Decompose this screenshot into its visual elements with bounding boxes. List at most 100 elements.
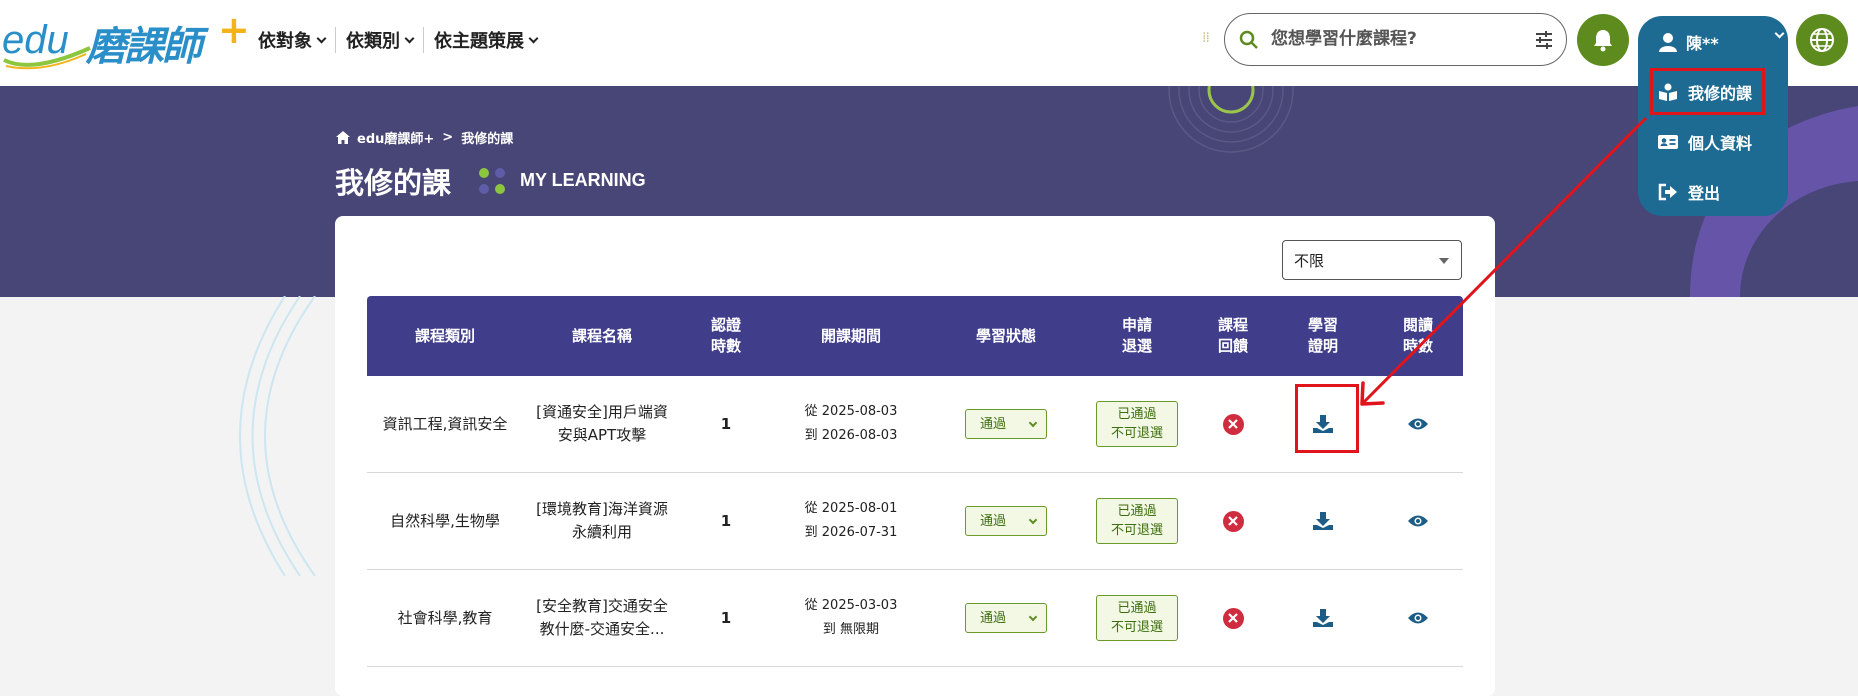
x-circle-icon[interactable] (1222, 607, 1244, 629)
th-line: 退選 (1121, 337, 1152, 355)
chevron-down-icon (1028, 418, 1038, 427)
cell-status: 通過 (931, 376, 1081, 472)
search-icon[interactable] (1239, 30, 1259, 50)
breadcrumb-home[interactable]: edu磨課師+ (357, 128, 434, 147)
cell-category: 社會科學,教育 (397, 608, 493, 627)
download-icon[interactable] (1312, 511, 1334, 531)
th-label: 學習狀態 (975, 326, 1036, 345)
withdraw-line: 不可退選 (1110, 620, 1163, 635)
withdraw-line: 不可退選 (1110, 426, 1163, 441)
decorative-dots-icon: ⁞⁞ (1202, 30, 1210, 46)
search-input[interactable] (1271, 25, 1521, 53)
period-to: 到 無限期 (822, 622, 880, 637)
withdraw-line: 不可退選 (1110, 523, 1163, 538)
cell-feedback (1193, 570, 1273, 666)
cell-certificate (1273, 570, 1373, 666)
user-menu: 陳** 我修的課 個人資料 登出 (1638, 16, 1788, 216)
th-line: 回饋 (1217, 337, 1248, 355)
status-select[interactable]: 通過 (965, 409, 1047, 439)
course-name-line: 永續利用 (571, 523, 632, 541)
nav-by-audience[interactable]: 依對象 (258, 27, 336, 53)
annotation-highlight-download (1295, 384, 1359, 453)
filter-sliders-icon[interactable] (1534, 30, 1554, 50)
cell-category: 資訊工程,資訊安全 (382, 414, 508, 433)
home-icon[interactable] (335, 130, 351, 145)
th-withdraw: 申請 退選 (1081, 296, 1193, 376)
menu-item-logout[interactable]: 登出 (1658, 180, 1720, 204)
th-line: 閱讀 (1402, 316, 1433, 334)
chevron-down-icon (1774, 28, 1785, 39)
th-line: 證明 (1307, 337, 1338, 355)
period-from: 從 2025-08-03 (804, 404, 898, 419)
menu-label: 個人資料 (1688, 134, 1753, 153)
th-line: 時數 (1402, 337, 1433, 355)
download-icon[interactable] (1312, 608, 1334, 628)
cell-withdraw: 已通過 不可退選 (1081, 376, 1193, 472)
caret-down-icon (1439, 258, 1449, 264)
th-line: 課程 (1217, 316, 1248, 334)
bell-icon (1594, 30, 1612, 52)
breadcrumb: edu磨課師+ > 我修的課 (335, 128, 513, 147)
annotation-highlight-menu (1650, 68, 1765, 115)
table-row: 社會科學,教育 [安全教育]交通安全 教什麼-交通安全... 1 從 2025-0… (367, 570, 1463, 667)
x-circle-icon[interactable] (1222, 413, 1244, 435)
withdraw-badge: 已通過 不可退選 (1096, 401, 1178, 447)
menu-item-profile[interactable]: 個人資料 (1658, 130, 1752, 154)
nav-label: 依對象 (258, 31, 312, 52)
site-logo[interactable]: edu 磨課師 + (2, 8, 250, 70)
cell-feedback (1193, 376, 1273, 472)
withdraw-badge: 已通過 不可退選 (1096, 595, 1178, 641)
user-menu-toggle[interactable]: 陳** (1658, 28, 1785, 54)
th-label: 閱讀 時數 (1403, 315, 1433, 357)
table-row: 自然科學,生物學 [環境教育]海洋資源 永續利用 1 從 2025-08-01 到 … (367, 473, 1463, 570)
nav-by-theme[interactable]: 依主題策展 (424, 27, 547, 53)
course-name-line: 教什麼-交通安全... (539, 620, 665, 638)
breadcrumb-separator: > (442, 130, 454, 145)
eye-icon[interactable] (1407, 514, 1429, 528)
logo-plus-text: + (218, 8, 250, 52)
search-bar (1224, 13, 1567, 66)
chevron-down-icon (316, 33, 327, 43)
cell-certificate (1273, 473, 1373, 569)
language-button[interactable] (1796, 14, 1848, 66)
status-filter-select[interactable]: 不限 (1282, 240, 1462, 280)
table-header: 課程類別 課程名稱 認證 時數 開課期間 學習狀態 申請 退選 課程 回饋 學習 證明 … (367, 296, 1463, 376)
th-line: 認證 (710, 316, 741, 334)
th-label: 認證 時數 (711, 315, 741, 357)
withdraw-badge: 已通過 不可退選 (1096, 498, 1178, 544)
cell-period: 從 2025-08-01 到 2026-07-31 (771, 473, 931, 569)
period-from: 從 2025-03-03 (804, 598, 898, 613)
cell-hours: 1 (720, 511, 732, 530)
cell-withdraw: 已通過 不可退選 (1081, 570, 1193, 666)
status-select[interactable]: 通過 (965, 603, 1047, 633)
th-line: 學習 (1307, 316, 1338, 334)
course-card: 不限 課程類別 課程名稱 認證 時數 開課期間 學習狀態 申請 退選 課程 回饋 學習… (239, 216, 1495, 696)
x-circle-icon[interactable] (1222, 510, 1244, 532)
course-name-line: [資通安全]用戶端資 (536, 403, 668, 421)
sign-out-icon (1658, 183, 1677, 201)
courses-table: 課程類別 課程名稱 認證 時數 開課期間 學習狀態 申請 退選 課程 回饋 學習 證明 … (367, 296, 1463, 667)
withdraw-line: 已通過 (1117, 407, 1157, 422)
chevron-down-icon (1028, 612, 1038, 621)
cell-course-name[interactable]: [安全教育]交通安全 教什麼-交通安全... (523, 570, 681, 666)
chevron-down-icon (528, 33, 539, 43)
eye-icon[interactable] (1407, 611, 1429, 625)
notification-button[interactable] (1577, 14, 1629, 66)
nav-by-category[interactable]: 依類別 (336, 27, 424, 53)
withdraw-line: 已通過 (1117, 504, 1157, 519)
th-feedback: 課程 回饋 (1193, 296, 1273, 376)
status-select[interactable]: 通過 (965, 506, 1047, 536)
course-name-line: [安全教育]交通安全 (536, 597, 668, 615)
eye-icon[interactable] (1407, 417, 1429, 431)
th-label: 申請 退選 (1122, 315, 1152, 357)
cell-course-name[interactable]: [環境教育]海洋資源 永續利用 (523, 473, 681, 569)
cell-course-name[interactable]: [資通安全]用戶端資 安與APT攻擊 (523, 376, 681, 472)
cell-withdraw: 已通過 不可退選 (1081, 473, 1193, 569)
logo-swoosh-icon (3, 46, 91, 70)
th-reading-hours: 閱讀 時數 (1373, 296, 1463, 376)
cell-period: 從 2025-03-03 到 無限期 (771, 570, 931, 666)
th-certificate: 學習 證明 (1273, 296, 1373, 376)
withdraw-line: 已通過 (1117, 601, 1157, 616)
status-filter-value: 不限 (1294, 252, 1325, 270)
logo-name-text: 磨課師 (86, 24, 202, 70)
